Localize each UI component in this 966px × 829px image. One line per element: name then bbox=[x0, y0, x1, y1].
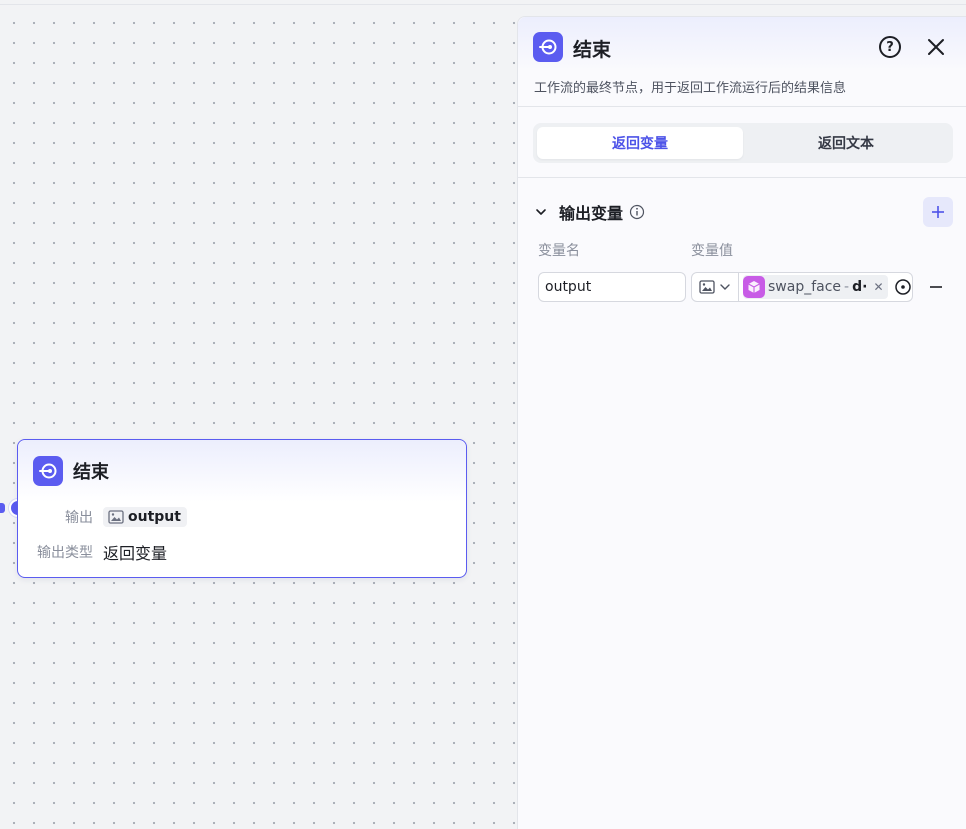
end-node-icon bbox=[533, 32, 563, 62]
panel-title: 结束 bbox=[573, 39, 612, 61]
node-title: 结束 bbox=[73, 462, 109, 483]
node-output-value: output bbox=[128, 509, 181, 525]
question-circle-icon[interactable]: ? bbox=[879, 36, 901, 58]
node-output-type-row: 输出类型 返回变量 bbox=[18, 540, 167, 564]
output-vars-section-header: 输出变量 bbox=[533, 197, 953, 227]
variable-name-input[interactable] bbox=[538, 272, 686, 302]
reference-field-name: d· bbox=[852, 279, 868, 295]
variable-picker-icon[interactable] bbox=[894, 278, 912, 296]
chevron-down-icon[interactable] bbox=[533, 204, 549, 220]
panel-header: 结束 ? 工作流的最终节点，用于返回工作流运行后的结果信息 bbox=[518, 17, 966, 107]
reference-separator: - bbox=[844, 279, 850, 295]
node-output-label: 输出 bbox=[65, 510, 93, 526]
variable-type-select[interactable] bbox=[692, 273, 739, 301]
add-variable-button[interactable] bbox=[923, 197, 953, 227]
section-title: 输出变量 bbox=[559, 204, 624, 223]
divider bbox=[518, 177, 966, 178]
node-header: 结束 bbox=[18, 440, 466, 502]
info-icon[interactable] bbox=[629, 204, 645, 220]
end-node-card[interactable]: 结束 输出 output 输出类型 返回变量 bbox=[17, 439, 467, 578]
chip-close-icon[interactable]: ✕ bbox=[873, 280, 883, 294]
tab-return-variable[interactable]: 返回变量 bbox=[537, 127, 743, 159]
reference-node-name: swap_face bbox=[768, 279, 842, 295]
column-label-name: 变量名 bbox=[538, 243, 580, 259]
column-label-value: 变量值 bbox=[691, 243, 733, 259]
node-output-type-value: 返回变量 bbox=[103, 544, 168, 563]
minus-icon bbox=[930, 286, 942, 288]
image-icon bbox=[699, 280, 715, 294]
incoming-edge bbox=[0, 503, 5, 513]
node-output-chip: output bbox=[103, 507, 187, 527]
node-settings-panel: 结束 ? 工作流的最终节点，用于返回工作流运行后的结果信息 返回变量 返回文本 … bbox=[517, 16, 966, 829]
tab-return-text[interactable]: 返回文本 bbox=[743, 127, 949, 159]
variable-value-field: swap_face - d· ✕ bbox=[691, 272, 913, 302]
node-output-row: 输出 output bbox=[18, 507, 187, 527]
plus-icon bbox=[932, 206, 944, 218]
remove-variable-button[interactable] bbox=[923, 274, 949, 300]
plugin-icon bbox=[743, 276, 765, 298]
output-mode-tabs: 返回变量 返回文本 bbox=[533, 123, 953, 163]
node-output-type-label: 输出类型 bbox=[37, 545, 93, 561]
chevron-down-icon bbox=[720, 284, 730, 290]
end-node-icon bbox=[33, 456, 63, 486]
variable-reference-chip[interactable]: swap_face - d· ✕ bbox=[743, 275, 888, 299]
close-icon[interactable] bbox=[924, 35, 948, 59]
image-icon bbox=[108, 510, 124, 524]
panel-description: 工作流的最终节点，用于返回工作流运行后的结果信息 bbox=[534, 81, 847, 96]
workflow-canvas[interactable] bbox=[0, 5, 517, 829]
